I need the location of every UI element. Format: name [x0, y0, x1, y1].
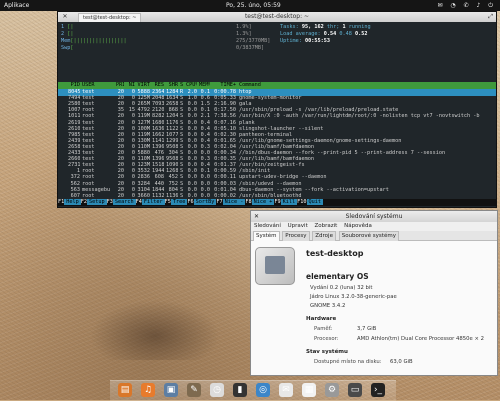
menu-upravit[interactable]: Upravit	[288, 223, 308, 229]
menu-zobrazit[interactable]: Zobrazit	[315, 223, 338, 229]
tab-system[interactable]: Systém	[253, 231, 280, 241]
system-monitor-window: ✕ Sledování systému Sledování Upravit Zo…	[250, 210, 498, 376]
function-key-bar: F1 Help F2 Setup F3 Search F4 Filter F5 Tree F6 Sor…	[58, 199, 496, 206]
uptime-line: Uptime: 00:55:53	[280, 38, 330, 44]
fkey-tree[interactable]: F5 Tree	[165, 199, 188, 206]
column-header-11: Command	[239, 82, 261, 88]
fkey-sortby[interactable]: F6 SortBy	[187, 199, 217, 206]
sysmon-system-panel: test-desktop elementary OS Vydání 0.2 (l…	[251, 241, 497, 375]
column-header-6: SHR	[168, 82, 178, 88]
shotwell-icon[interactable]: ▣	[164, 383, 178, 397]
sysmon-tabs: Systém Procesy Zdroje Souborové systémy	[251, 231, 497, 241]
os-name: elementary OS	[306, 272, 369, 281]
top-panel: Aplikace Po, 25. úno, 05:59 ✉ ◔ ✆ ♪ ⏻	[0, 0, 500, 11]
column-header-4: VIRT	[137, 82, 151, 88]
tasks-line: Tasks: 95, 162 thr; 1 running	[280, 24, 371, 30]
calendar-icon[interactable]: ▦	[302, 383, 316, 397]
cpu1-meter: 1 [| 1.9%]	[61, 24, 252, 30]
music-icon[interactable]: ♫	[141, 383, 155, 397]
terminal-title: test@test-desktop: ~	[244, 13, 310, 20]
files-icon[interactable]: ▤	[118, 383, 132, 397]
terminal-icon[interactable]: ▮	[233, 383, 247, 397]
fkey-kill[interactable]: F9 Kill	[274, 199, 298, 206]
terminal-window: ✕ test@test-desktop: ~ test@test-desktop…	[57, 11, 497, 208]
panel-indicators[interactable]: ✉ ◔ ✆ ♪ ⏻	[438, 0, 497, 11]
fkey-help[interactable]: F1 Help	[58, 199, 81, 206]
close-icon[interactable]: ✕	[254, 211, 259, 222]
mail-icon[interactable]: ✉	[279, 383, 293, 397]
status-heading: Stav systému	[306, 349, 348, 355]
fkey-quit[interactable]: F10 Quit	[297, 199, 323, 206]
fkey-search[interactable]: F3 Search	[107, 199, 136, 206]
swap-meter: Swp[ 0/3837MB]	[61, 45, 265, 51]
column-header-9: MEM%	[199, 82, 210, 88]
os-version: Vydání 0.2 (luna) 32 bit	[310, 285, 373, 291]
fkey-filter[interactable]: F4 Filter	[136, 199, 165, 206]
sysmon-title: Sledování systému	[345, 213, 403, 220]
column-header-0: PID	[70, 82, 80, 88]
computer-icon	[255, 247, 295, 285]
memory-label: Paměť:	[314, 326, 333, 332]
fkey-nice[interactable]: F7 Nice -	[216, 199, 246, 206]
cpu2-meter: 2 [| 1.3%]	[61, 31, 252, 37]
gimp-icon[interactable]: ✎	[187, 383, 201, 397]
column-header-5: RES	[154, 82, 164, 88]
panel-clock[interactable]: Po, 25. úno, 05:59	[226, 0, 281, 11]
monitor-icon[interactable]: ▭	[348, 383, 362, 397]
terminal-titlebar[interactable]: ✕ test@test-desktop: ~ test@test-desktop…	[58, 12, 496, 23]
menu-napoveda[interactable]: Nápověda	[344, 223, 372, 229]
clock-icon[interactable]: ◷	[210, 383, 224, 397]
settings-icon[interactable]: ⚙	[325, 383, 339, 397]
tab-resources[interactable]: Zdroje	[312, 231, 336, 241]
terminal2-icon[interactable]: ›_	[371, 383, 385, 397]
dock: ▤ ♫ ▣ ✎ ◷ ▮ ◎ ✉ ▦ ⚙ ▭ ›_	[110, 380, 396, 401]
column-header-8: CPU%	[186, 82, 197, 88]
applications-menu[interactable]: Aplikace	[4, 0, 29, 11]
maximize-icon[interactable]: ⤢	[488, 12, 493, 22]
column-header-10: TIME+	[220, 82, 236, 88]
hardware-heading: Hardware	[306, 316, 337, 322]
tab-filesystems[interactable]: Souborové systémy	[338, 231, 399, 241]
cpu-value: AMD Athlon(tm) Dual Core Processor 4850e…	[357, 336, 484, 342]
sysmon-titlebar[interactable]: ✕ Sledování systému	[251, 211, 497, 222]
tab-processes[interactable]: Procesy	[282, 231, 310, 241]
column-header-7: S	[180, 82, 184, 88]
wallpaper-shadow	[90, 300, 220, 360]
hostname: test-desktop	[306, 249, 364, 258]
htop-view[interactable]: 1 [| 1.9%] 2 [| 1.3%] Mem[||||||||||||||…	[58, 22, 496, 207]
memory-value: 3,7 GiB	[357, 326, 377, 332]
column-header-2: PRI	[116, 82, 124, 88]
gnome-version: GNOME 3.4.2	[310, 303, 346, 309]
disk-label: Dostupné místo na disku:	[314, 359, 382, 365]
kernel-version: Jádro Linux 3.2.0-38-generic-pae	[310, 294, 397, 300]
menu-sledovani[interactable]: Sledování	[254, 223, 281, 229]
cpu-label: Procesor:	[314, 336, 339, 342]
disk-value: 63,0 GiB	[390, 359, 413, 365]
fkey-setup[interactable]: F2 Setup	[81, 199, 107, 206]
column-header-1: USER	[82, 82, 95, 88]
close-icon[interactable]: ✕	[61, 13, 69, 21]
fkey-nice[interactable]: F8 Nice +	[245, 199, 275, 206]
mem-meter: Mem[||||||||||||||||| 275/3770MB]	[61, 38, 271, 44]
load-line: Load average: 0.54 0.48 0.52	[280, 31, 368, 37]
process-table-header[interactable]: PIDUSER PRI NIVIRTRES SHRSCPU%MEM% TIME+Comm…	[58, 82, 496, 89]
sysmon-menubar: Sledování Upravit Zobrazit Nápověda	[251, 222, 497, 231]
column-header-3: NI	[128, 82, 135, 88]
browser-icon[interactable]: ◎	[256, 383, 270, 397]
